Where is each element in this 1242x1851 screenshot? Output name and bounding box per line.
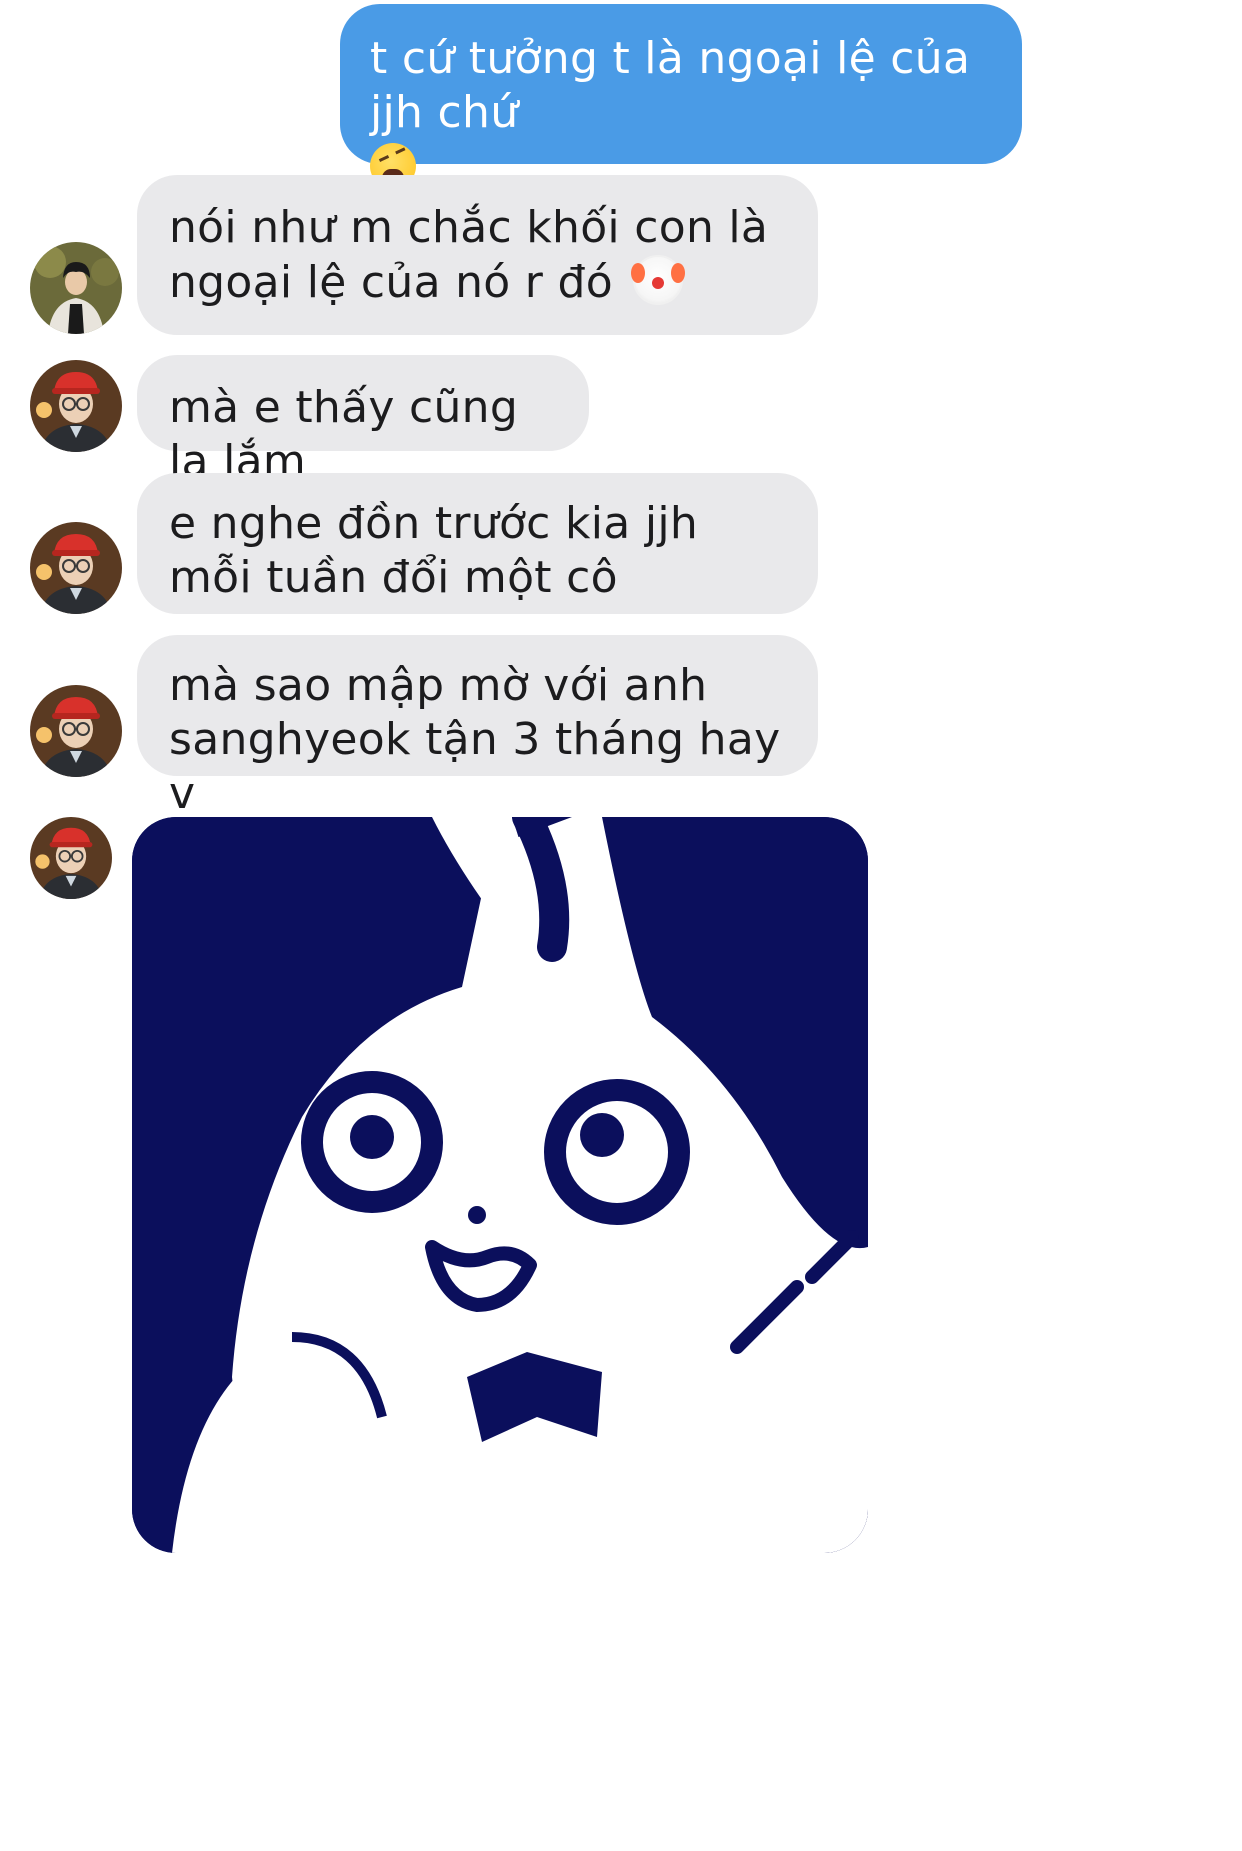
message-text: t cứ tưởng t là ngoại lệ của jjh chứ — [370, 33, 971, 138]
avatar[interactable] — [30, 360, 122, 452]
message-text: e nghe đồn trước kia jjh mỗi tuần đổi mộ… — [169, 498, 699, 603]
clown-face-emoji-icon — [631, 255, 684, 305]
message-text: mà e thấy cũng lạ lắm — [169, 382, 519, 487]
avatar-red-cap-icon — [30, 522, 122, 614]
avatar[interactable] — [30, 685, 122, 777]
avatar[interactable] — [30, 522, 122, 614]
avatar-red-cap-icon — [30, 817, 112, 899]
incoming-message-bubble[interactable]: e nghe đồn trước kia jjh mỗi tuần đổi mộ… — [137, 473, 818, 614]
avatar[interactable] — [30, 817, 112, 899]
message-thread: t cứ tưởng t là ngoại lệ của jjh chứ nói… — [0, 0, 1242, 1851]
avatar-red-cap-icon — [30, 360, 122, 452]
message-text: mà sao mập mờ với anh sanghyeok tận 3 th… — [169, 660, 781, 819]
sticker-image[interactable] — [132, 817, 868, 1553]
outgoing-message-bubble[interactable]: t cứ tưởng t là ngoại lệ của jjh chứ — [340, 4, 1022, 189]
incoming-message-bubble[interactable]: mà sao mập mờ với anh sanghyeok tận 3 th… — [137, 635, 818, 819]
white-rabbit-sticker-icon — [132, 817, 868, 1553]
incoming-message-bubble[interactable]: mà e thấy cũng lạ lắm — [137, 355, 589, 487]
avatar[interactable] — [30, 242, 122, 334]
incoming-message-bubble[interactable]: nói như m chắc khối con là ngoại lệ của … — [137, 175, 818, 335]
avatar-dark-hair-icon — [30, 242, 122, 334]
avatar-red-cap-icon — [30, 685, 122, 777]
